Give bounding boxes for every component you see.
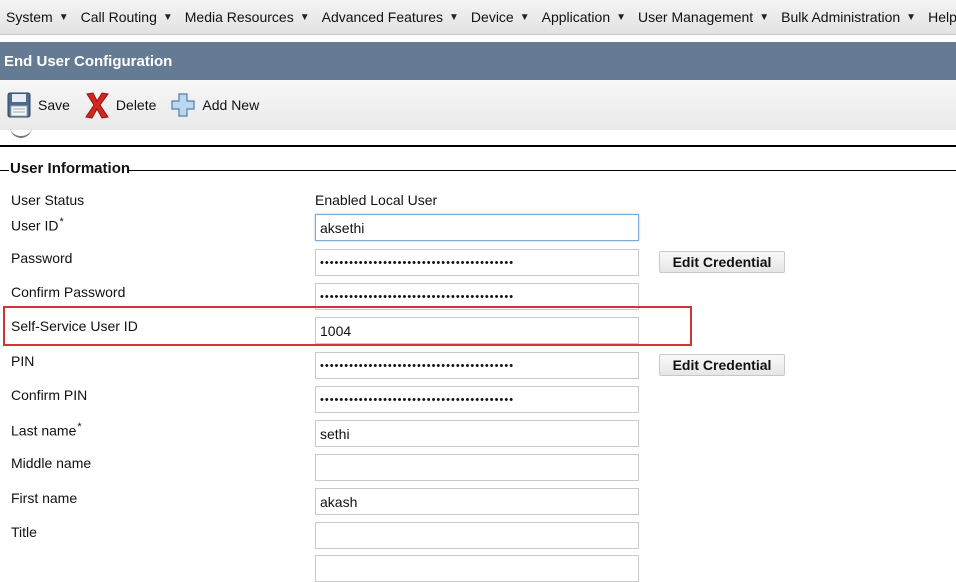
add-new-label: Add New [202, 97, 260, 113]
menu-label: Advanced Features [321, 9, 444, 25]
legend-dash [0, 170, 9, 171]
label-text: Confirm PIN [11, 387, 88, 403]
menu-media-resources[interactable]: Media Resources ▼ [179, 0, 316, 34]
menu-label: Help [928, 9, 956, 25]
caret-down-icon: ▼ [58, 11, 69, 23]
save-button[interactable]: Save [6, 92, 70, 118]
menu-label: Media Resources [184, 9, 294, 25]
user-status-value: Enabled Local User [315, 192, 438, 208]
status-icon [10, 126, 32, 138]
menu-advanced-features[interactable]: Advanced Features ▼ [316, 0, 465, 34]
label-text: Confirm Password [11, 284, 126, 300]
menu-call-routing[interactable]: Call Routing ▼ [75, 0, 179, 34]
middle-name-input[interactable] [315, 454, 639, 481]
label-text: User Status [11, 192, 85, 208]
user-id-label: User ID* [11, 216, 64, 234]
menu-label: Device [470, 9, 514, 25]
confirm-pin-input[interactable] [315, 386, 639, 413]
add-plus-icon [170, 92, 196, 118]
label-text: Password [11, 250, 73, 266]
caret-down-icon: ▼ [299, 11, 310, 23]
legend-rule [128, 170, 956, 171]
label-text: Middle name [11, 455, 92, 471]
last-name-input[interactable] [315, 420, 639, 447]
password-label: Password [11, 250, 72, 266]
caret-down-icon: ▼ [616, 11, 627, 23]
menu-system[interactable]: System ▼ [0, 0, 75, 34]
page-title: End User Configuration [4, 52, 173, 70]
next-field-input[interactable] [315, 555, 639, 582]
password-input[interactable] [315, 249, 639, 276]
menu-label: System [6, 9, 53, 25]
menu-label: User Management [638, 9, 754, 25]
title-input[interactable] [315, 522, 639, 549]
menu-label: Call Routing [80, 9, 157, 25]
add-new-button[interactable]: Add New [170, 92, 259, 118]
save-icon [6, 92, 32, 118]
delete-button[interactable]: Delete [84, 92, 157, 119]
required-asterisk: * [59, 216, 64, 228]
caret-down-icon: ▼ [162, 11, 173, 23]
menu-application[interactable]: Application ▼ [536, 0, 632, 34]
main-menu-bar: System ▼ Call Routing ▼ Media Resources ▼ A… [0, 0, 956, 35]
pin-label: PIN [11, 353, 34, 369]
user-information-section: User Information [0, 160, 956, 180]
page-title-bar: End User Configuration [0, 42, 956, 80]
first-name-input[interactable] [315, 488, 639, 515]
menu-help[interactable]: Help▼ [922, 0, 956, 34]
caret-down-icon: ▼ [906, 11, 917, 23]
pin-input[interactable] [315, 352, 639, 379]
menu-label: Bulk Administration [781, 9, 901, 25]
required-asterisk: * [77, 421, 82, 433]
edit-credential-password-button[interactable]: Edit Credential [659, 251, 785, 273]
label-text: User ID [11, 217, 59, 234]
highlight-box [3, 306, 692, 346]
action-toolbar: Save Delete Add New [0, 80, 956, 130]
label-text: First name [11, 490, 78, 506]
label-text: Last name [11, 422, 77, 439]
save-label: Save [38, 97, 70, 113]
last-name-label: Last name* [11, 421, 82, 439]
menu-bulk-administration[interactable]: Bulk Administration ▼ [775, 0, 922, 34]
delete-label: Delete [115, 97, 157, 113]
confirm-pin-label: Confirm PIN [11, 387, 87, 403]
menu-user-management[interactable]: User Management ▼ [632, 0, 775, 34]
label-text: Title [11, 524, 37, 540]
menu-device[interactable]: Device ▼ [465, 0, 536, 34]
caret-down-icon: ▼ [449, 11, 459, 23]
label-text: PIN [11, 353, 35, 369]
title-label: Title [11, 524, 37, 540]
user-id-input[interactable] [315, 214, 639, 241]
caret-down-icon: ▼ [759, 11, 770, 23]
delete-x-icon [84, 92, 110, 119]
user-status-label: User Status [11, 192, 84, 208]
middle-name-label: Middle name [11, 455, 91, 471]
first-name-label: First name [11, 490, 77, 506]
section-title: User Information [10, 160, 134, 177]
caret-down-icon: ▼ [519, 11, 530, 23]
confirm-password-label: Confirm Password [11, 284, 125, 300]
divider [0, 145, 956, 147]
menu-label: Application [541, 9, 611, 25]
edit-credential-pin-button[interactable]: Edit Credential [659, 354, 785, 376]
